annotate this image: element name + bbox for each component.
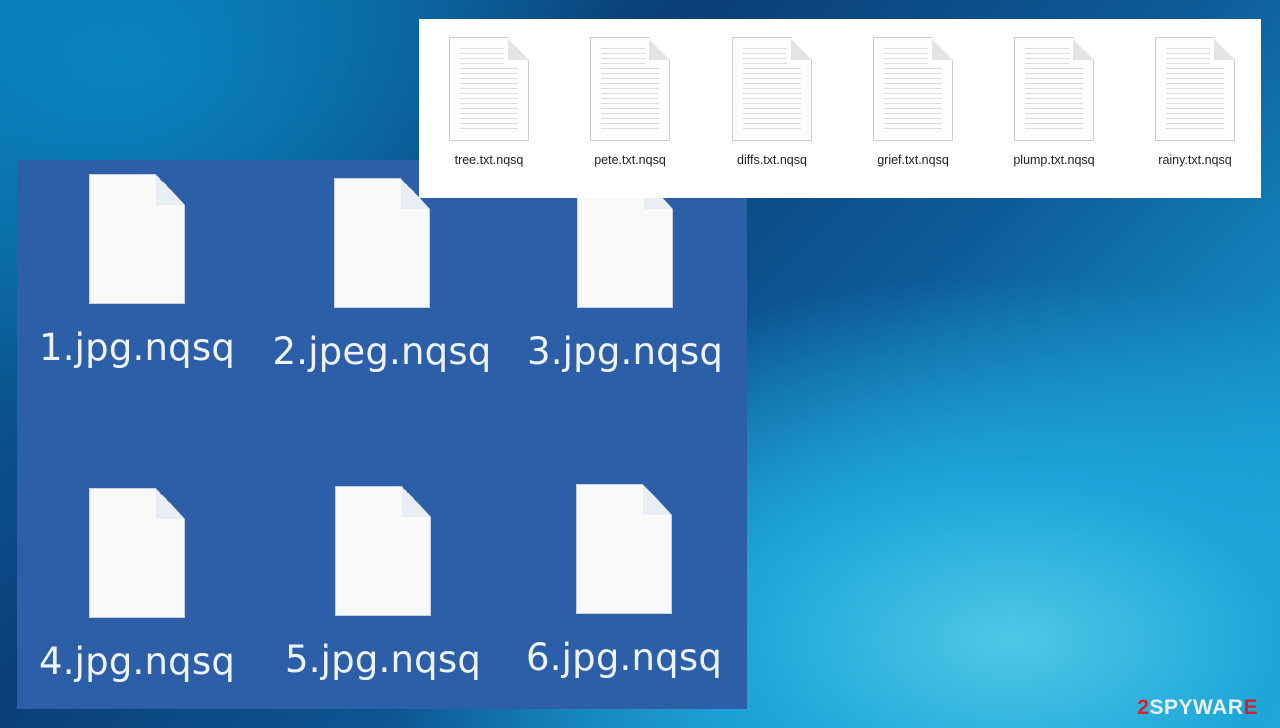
file-name: rainy.txt.nqsq (1158, 153, 1232, 167)
document-icon (89, 488, 185, 618)
text-document-icon (449, 37, 529, 141)
file-item[interactable]: pete.txt.nqsq (560, 37, 700, 167)
file-name: 3.jpg.nqsq (526, 330, 723, 373)
text-document-icon (873, 37, 953, 141)
text-document-icon (1155, 37, 1235, 141)
file-name: plump.txt.nqsq (1013, 153, 1095, 167)
watermark-main: SPYWAR (1149, 696, 1244, 719)
file-item[interactable]: 5.jpg.nqsq (263, 486, 503, 682)
file-name: tree.txt.nqsq (454, 153, 524, 167)
text-document-icon (1014, 37, 1094, 141)
document-icon (576, 484, 672, 614)
large-file-panel: 1.jpg.nqsq 2.jpeg.nqsq 3.jpg.nqsq 4.jpg.… (17, 160, 747, 709)
file-item[interactable]: diffs.txt.nqsq (702, 37, 842, 167)
file-item[interactable]: plump.txt.nqsq (984, 37, 1124, 167)
document-icon (89, 174, 185, 304)
file-name: diffs.txt.nqsq (737, 153, 807, 167)
file-name: pete.txt.nqsq (594, 153, 666, 167)
file-item[interactable]: 3.jpg.nqsq (505, 178, 745, 374)
file-name: 5.jpg.nqsq (284, 638, 481, 681)
file-item[interactable]: grief.txt.nqsq (843, 37, 983, 167)
file-item[interactable]: 2.jpeg.nqsq (262, 178, 502, 374)
text-document-icon (590, 37, 670, 141)
file-name: 2.jpeg.nqsq (272, 330, 492, 373)
text-document-icon (732, 37, 812, 141)
watermark-prefix: 2 (1137, 696, 1150, 719)
file-item[interactable]: 6.jpg.nqsq (504, 484, 744, 680)
file-item[interactable]: 1.jpg.nqsq (17, 174, 257, 370)
document-icon (334, 178, 430, 308)
document-icon (335, 486, 431, 616)
file-item[interactable]: 4.jpg.nqsq (17, 488, 257, 684)
watermark-suffix: E (1243, 696, 1258, 719)
file-name: 6.jpg.nqsq (525, 636, 722, 679)
file-name: 1.jpg.nqsq (38, 326, 235, 369)
file-name: grief.txt.nqsq (877, 153, 949, 167)
file-item[interactable]: tree.txt.nqsq (419, 37, 559, 167)
small-file-panel: tree.txt.nqsq pete.txt.nqsq diffs.txt.nq… (419, 19, 1261, 198)
watermark-logo: 2SPYWARE (1137, 696, 1258, 720)
file-name: 4.jpg.nqsq (38, 640, 235, 683)
file-item[interactable]: rainy.txt.nqsq (1125, 37, 1265, 167)
